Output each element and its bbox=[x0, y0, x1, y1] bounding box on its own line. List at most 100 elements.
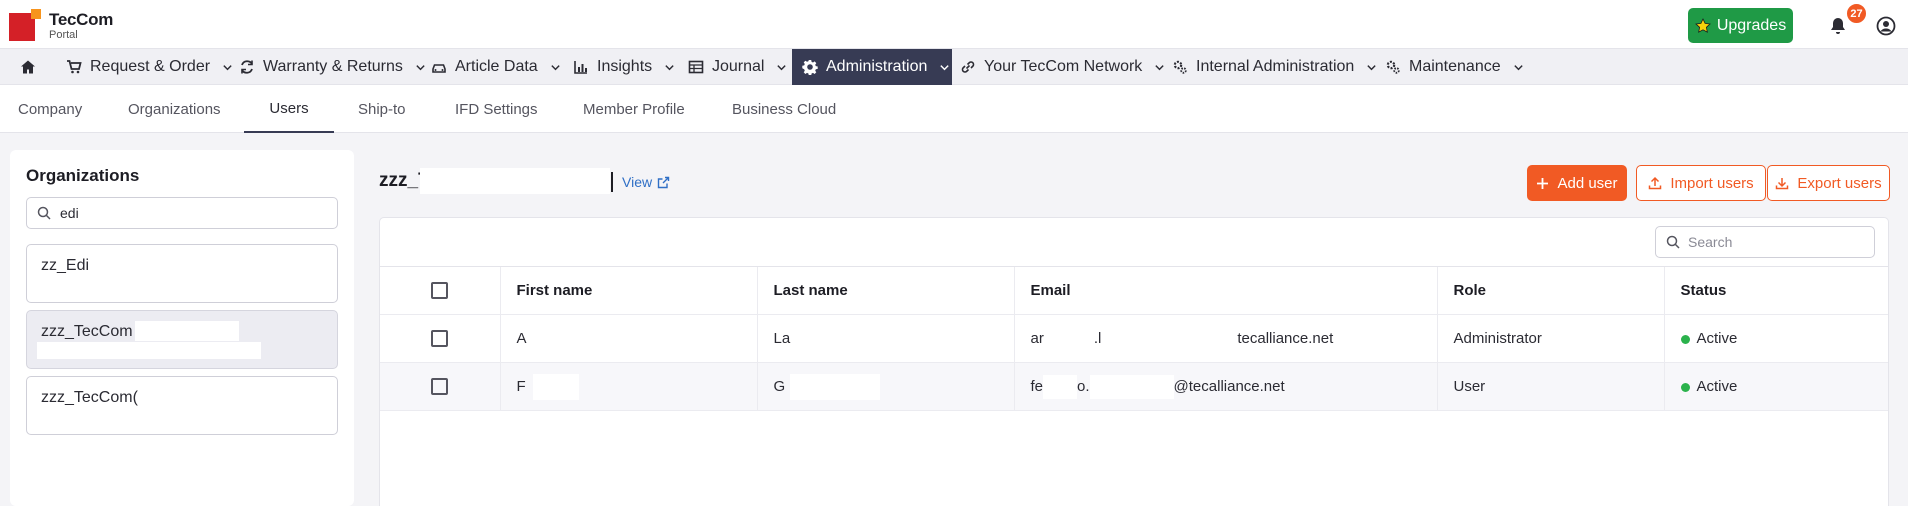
row-select-cell bbox=[380, 314, 500, 363]
email-part: tecalliance.net bbox=[1237, 330, 1334, 347]
users-table-card: First name Last name Email Role Status A… bbox=[379, 217, 1889, 506]
nav-journal[interactable]: Journal bbox=[680, 49, 795, 85]
column-email[interactable]: Email bbox=[1013, 266, 1437, 315]
bell-icon[interactable] bbox=[1828, 16, 1848, 36]
email-part: o. bbox=[1077, 377, 1090, 395]
tab-company[interactable]: Company bbox=[18, 85, 82, 133]
tab-ifd-settings[interactable]: IFD Settings bbox=[455, 85, 538, 133]
nav-internal-administration[interactable]: Internal Administration bbox=[1164, 49, 1385, 85]
redaction bbox=[135, 321, 239, 341]
nav-request-order[interactable]: Request & Order bbox=[58, 49, 241, 85]
email-cell: fe o. @tecalliance.net bbox=[1013, 362, 1437, 411]
nav-label: Article Data bbox=[455, 58, 538, 75]
tab-business-cloud[interactable]: Business Cloud bbox=[732, 85, 836, 133]
nav-article-data[interactable]: Article Data bbox=[423, 49, 569, 85]
organization-item[interactable]: zzz_TecCom( bbox=[26, 376, 338, 435]
email-part: ar bbox=[1030, 330, 1044, 347]
users-search[interactable] bbox=[1655, 226, 1875, 258]
role-cell: User bbox=[1436, 362, 1664, 411]
admin-subtabs: Company Organizations Users Ship-to IFD … bbox=[0, 85, 1908, 133]
home-button[interactable] bbox=[10, 49, 46, 85]
nav-warranty-returns[interactable]: Warranty & Returns bbox=[231, 49, 434, 85]
redaction bbox=[420, 168, 610, 194]
column-first-name[interactable]: First name bbox=[499, 266, 757, 315]
column-status[interactable]: Status bbox=[1663, 266, 1888, 315]
status-label: Active bbox=[1696, 378, 1738, 395]
organization-item[interactable]: zz_Edi bbox=[26, 244, 338, 303]
nav-label: Insights bbox=[597, 58, 653, 75]
column-role[interactable]: Role bbox=[1436, 266, 1664, 315]
select-all-checkbox[interactable] bbox=[431, 282, 448, 300]
organizations-title: Organizations bbox=[26, 166, 140, 185]
status-label: Active bbox=[1696, 330, 1738, 347]
tab-ship-to[interactable]: Ship-to bbox=[358, 85, 406, 133]
teccom-logo[interactable] bbox=[9, 9, 41, 41]
role-cell: Administrator bbox=[1436, 314, 1664, 363]
first-name-cell: A bbox=[499, 314, 757, 363]
row-checkbox[interactable] bbox=[431, 330, 448, 348]
import-users-label: Import users bbox=[1670, 174, 1754, 192]
refresh-icon bbox=[241, 60, 253, 74]
nav-label: Your TecCom Network bbox=[984, 58, 1143, 75]
nav-maintenance[interactable]: Maintenance bbox=[1377, 49, 1532, 85]
table-row[interactable]: A La ar .l tecalliance.net Administrator A… bbox=[380, 314, 1888, 363]
logo-subtitle: Portal bbox=[49, 29, 78, 41]
add-user-label: Add user bbox=[1557, 174, 1618, 192]
logo-text[interactable]: TecCom Portal bbox=[49, 10, 114, 42]
status-active-dot bbox=[1680, 334, 1690, 344]
nav-label: Journal bbox=[712, 58, 765, 75]
search-icon bbox=[1666, 235, 1680, 249]
nav-administration[interactable]: Administration bbox=[792, 49, 952, 85]
top-header: TecCom Portal Upgrades 27 bbox=[0, 0, 1908, 49]
chevron-down-icon bbox=[1513, 64, 1523, 70]
gear-icon bbox=[802, 60, 818, 75]
redaction bbox=[1089, 374, 1174, 399]
select-all-cell bbox=[380, 266, 500, 315]
email-cell: ar .l tecalliance.net bbox=[1013, 314, 1437, 363]
column-last-name[interactable]: Last name bbox=[756, 266, 1014, 315]
car-icon bbox=[432, 64, 446, 73]
view-label: View bbox=[622, 174, 653, 190]
table-header-row: First name Last name Email Role Status bbox=[380, 266, 1888, 315]
logo-name: TecCom bbox=[49, 10, 114, 29]
row-select-cell bbox=[380, 362, 500, 411]
main-nav: Request & Order Warranty & Returns Artic… bbox=[0, 49, 1908, 85]
nav-your-teccom-network[interactable]: Your TecCom Network bbox=[952, 49, 1173, 85]
organization-search[interactable] bbox=[26, 197, 338, 229]
upload-icon bbox=[1649, 176, 1662, 190]
notification-badge: 27 bbox=[1845, 2, 1868, 25]
add-user-button[interactable]: Add user bbox=[1527, 165, 1627, 201]
import-users-button[interactable]: Import users bbox=[1636, 165, 1766, 201]
email-part: fe bbox=[1030, 377, 1044, 395]
account-icon[interactable] bbox=[1876, 16, 1896, 36]
email-part: @tecalliance.net bbox=[1173, 377, 1285, 395]
status-cell: Active bbox=[1663, 314, 1888, 363]
export-users-label: Export users bbox=[1797, 174, 1882, 192]
redaction bbox=[532, 374, 579, 400]
organization-search-input[interactable] bbox=[60, 205, 320, 221]
nav-insights[interactable]: Insights bbox=[565, 49, 683, 85]
export-users-button[interactable]: Export users bbox=[1767, 165, 1890, 201]
tab-users[interactable]: Users bbox=[244, 85, 334, 133]
nav-label: Request & Order bbox=[90, 58, 211, 75]
table-row[interactable]: F G fe o. @tecalliance.net User Active bbox=[380, 362, 1888, 411]
tab-organizations[interactable]: Organizations bbox=[128, 85, 221, 133]
row-checkbox[interactable] bbox=[431, 378, 448, 396]
organization-item-selected[interactable]: zzz_TecCom bbox=[26, 310, 338, 369]
status-cell: Active bbox=[1663, 362, 1888, 411]
download-icon bbox=[1776, 178, 1789, 190]
star-icon bbox=[1694, 17, 1711, 33]
nav-label: Maintenance bbox=[1409, 58, 1501, 75]
organization-name: zz_Edi bbox=[41, 257, 90, 274]
upgrades-button[interactable]: Upgrades bbox=[1688, 8, 1793, 43]
view-organization-link[interactable]: View bbox=[622, 174, 670, 190]
users-search-input[interactable] bbox=[1688, 234, 1868, 250]
chevron-down-icon bbox=[665, 64, 674, 70]
redaction bbox=[789, 374, 880, 400]
email-part: .l bbox=[1093, 330, 1102, 347]
chevron-down-icon bbox=[777, 64, 787, 70]
tab-member-profile[interactable]: Member Profile bbox=[583, 85, 685, 133]
last-name-cell: G bbox=[756, 362, 1014, 411]
organization-name: zzz_TecCom( bbox=[41, 389, 138, 406]
chevron-down-icon bbox=[940, 64, 950, 70]
